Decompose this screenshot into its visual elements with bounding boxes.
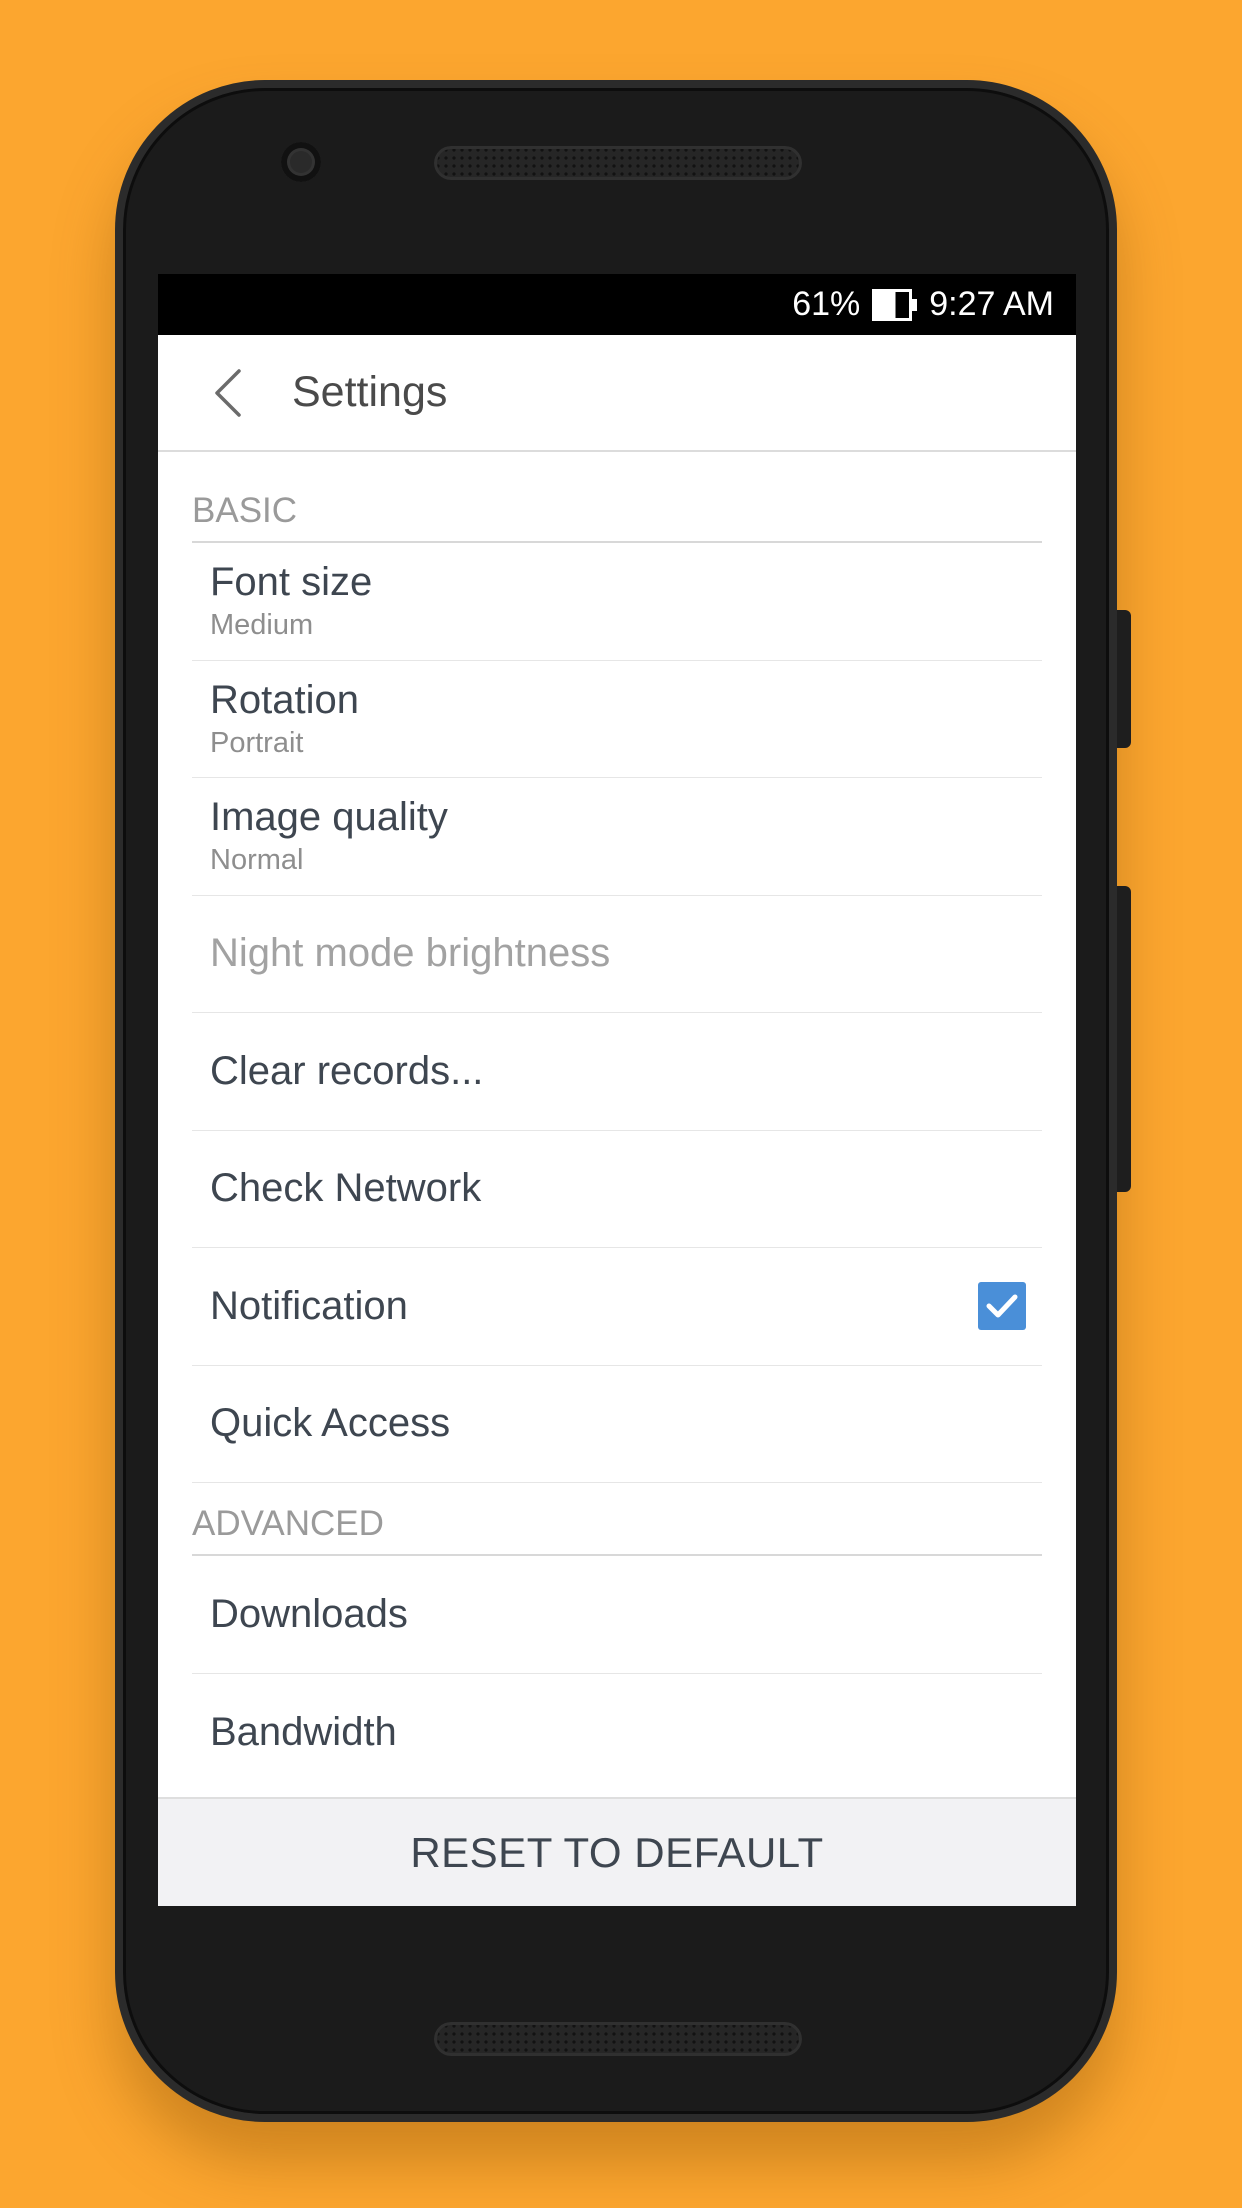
page-title: Settings: [292, 368, 448, 416]
reset-to-default-button[interactable]: RESET TO DEFAULT: [158, 1797, 1076, 1906]
setting-title: Bandwidth: [210, 1709, 397, 1754]
app-bar: Settings: [158, 335, 1076, 452]
setting-title: Night mode brightness: [210, 931, 611, 976]
setting-rotation[interactable]: Rotation Portrait: [192, 661, 1042, 778]
screen: 61% 9:27 AM Settings BASIC Font size Med…: [158, 274, 1076, 1906]
phone-side-button: [1117, 886, 1131, 1192]
setting-value: Medium: [210, 609, 314, 642]
top-speaker: [434, 146, 802, 180]
setting-title: Downloads: [210, 1591, 408, 1636]
section-header-advanced: ADVANCED: [192, 1483, 1042, 1556]
front-camera: [281, 142, 321, 182]
chevron-left-icon[interactable]: [188, 335, 268, 450]
setting-value: Normal: [210, 844, 304, 877]
status-time: 9:27 AM: [929, 285, 1054, 323]
setting-value: Portrait: [210, 726, 304, 759]
checkmark-icon: [986, 1294, 1018, 1318]
settings-list: BASIC Font size Medium Rotation Portrait…: [158, 452, 1076, 1791]
setting-clear-records[interactable]: Clear records...: [192, 1013, 1042, 1131]
notification-checkbox[interactable]: [978, 1282, 1026, 1331]
setting-title: Check Network: [210, 1166, 482, 1211]
setting-notification[interactable]: Notification: [192, 1248, 1042, 1366]
setting-title: Rotation: [210, 677, 359, 722]
setting-title: Font size: [210, 560, 373, 605]
battery-icon: [872, 288, 918, 321]
setting-night-mode-brightness: Night mode brightness: [192, 896, 1042, 1013]
setting-quick-access[interactable]: Quick Access: [192, 1366, 1042, 1483]
setting-title: Notification: [210, 1283, 408, 1328]
setting-font-size[interactable]: Font size Medium: [192, 543, 1042, 661]
setting-check-network[interactable]: Check Network: [192, 1131, 1042, 1248]
bottom-speaker: [434, 2022, 802, 2056]
setting-image-quality[interactable]: Image quality Normal: [192, 778, 1042, 896]
setting-bandwidth[interactable]: Bandwidth: [192, 1674, 1042, 1792]
setting-title: Quick Access: [210, 1401, 451, 1446]
setting-title: Image quality: [210, 795, 448, 840]
status-bar: 61% 9:27 AM: [158, 274, 1076, 335]
phone-side-button: [1117, 610, 1131, 748]
section-header-basic: BASIC: [192, 452, 1042, 543]
setting-downloads[interactable]: Downloads: [192, 1556, 1042, 1674]
setting-title: Clear records...: [210, 1048, 484, 1093]
battery-percent: 61%: [792, 285, 861, 323]
